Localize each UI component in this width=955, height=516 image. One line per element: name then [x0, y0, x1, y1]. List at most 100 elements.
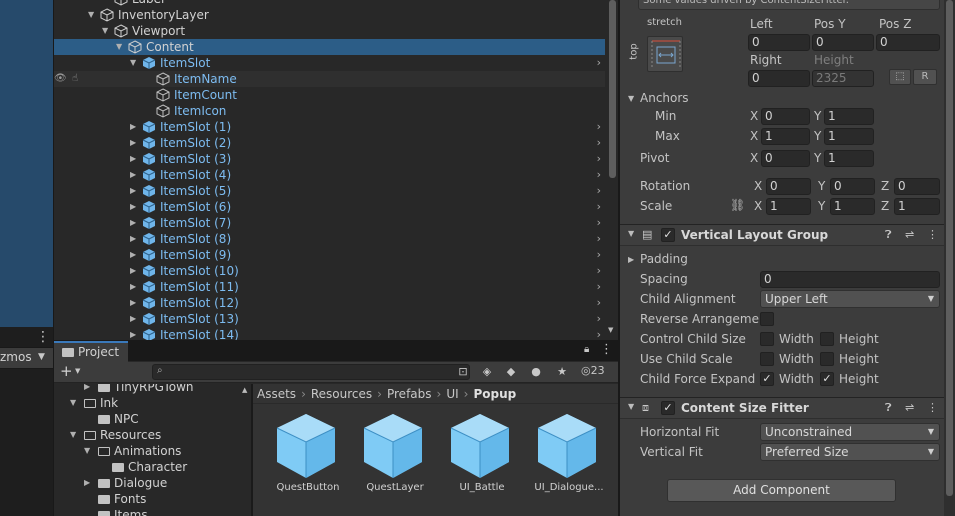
breadcrumb-item[interactable]: Assets — [257, 387, 296, 401]
content-size-fitter-header[interactable]: ▼ ⧈ ✓ Content Size Fitter ❓︎ ⇌ ⋮ — [620, 397, 945, 419]
fold-expanded-icon[interactable]: ▼ — [70, 427, 76, 443]
log-icon[interactable]: ● — [527, 364, 545, 380]
tab-project[interactable]: Project — [54, 341, 128, 362]
reverse-arrangement-checkbox[interactable] — [760, 312, 774, 326]
hierarchy-row[interactable]: ▶ ItemSlot (11) › — [54, 279, 605, 295]
hierarchy-row[interactable]: ItemName 👁︎ ☝︎ — [54, 71, 605, 87]
fold-collapsed-icon[interactable]: ▶ — [130, 119, 140, 135]
component-enabled-checkbox[interactable]: ✓ — [661, 401, 675, 415]
hierarchy-row[interactable]: ▶ ItemSlot (10) › — [54, 263, 605, 279]
hierarchy-row[interactable]: ▼ ItemSlot › — [54, 55, 605, 71]
open-prefab-chevron-icon[interactable]: › — [597, 327, 601, 340]
chevron-down-icon[interactable]: ▼ — [38, 352, 45, 362]
scroll-up-icon[interactable]: ▲ — [242, 386, 247, 394]
fold-collapsed-icon[interactable]: ▶ — [130, 327, 140, 340]
scroll-down-icon[interactable]: ▼ — [608, 326, 613, 334]
component-menu-icon[interactable]: ⋮ — [927, 228, 938, 241]
help-icon[interactable]: ❓︎ — [885, 228, 892, 242]
folder-tree-item[interactable]: ▼ Ink — [54, 395, 251, 411]
rotation-y-field[interactable]: 0 — [830, 178, 875, 195]
open-prefab-chevron-icon[interactable]: › — [597, 247, 601, 263]
open-prefab-chevron-icon[interactable]: › — [597, 231, 601, 247]
folder-tree-item[interactable]: ▼ Resources — [54, 427, 251, 443]
posy-field[interactable]: 0 — [812, 34, 874, 51]
open-prefab-chevron-icon[interactable]: › — [597, 295, 601, 311]
control-width-checkbox[interactable] — [760, 332, 774, 346]
vertical-fit-dropdown[interactable]: Preferred Size ▼ — [760, 443, 940, 461]
create-asset-button[interactable]: + — [60, 362, 73, 380]
right-field[interactable]: 0 — [748, 70, 810, 87]
lock-icon[interactable]: 🔒︎ — [584, 344, 589, 355]
control-height-checkbox[interactable] — [820, 332, 834, 346]
asset-tile[interactable]: UI_Dialogue... — [522, 412, 606, 502]
breadcrumb-item[interactable]: Prefabs — [387, 387, 432, 401]
hierarchy-row[interactable]: ▶ ItemSlot (5) › — [54, 183, 605, 199]
child-alignment-dropdown[interactable]: Upper Left ▼ — [760, 290, 940, 308]
filter-by-label-icon[interactable]: ◆ — [502, 364, 520, 380]
fold-collapsed-icon[interactable]: ▶ — [84, 384, 90, 395]
scale-y-field[interactable]: 1 — [830, 198, 875, 215]
open-prefab-chevron-icon[interactable]: › — [597, 151, 601, 167]
hierarchy-row[interactable]: ▶ ItemSlot (8) › — [54, 231, 605, 247]
hierarchy-row[interactable]: ▶ ItemSlot (4) › — [54, 167, 605, 183]
fold-collapsed-icon[interactable]: ▶ — [130, 183, 140, 199]
scene-canvas[interactable] — [0, 0, 53, 327]
inspector-scroll-thumb[interactable] — [946, 0, 953, 496]
posz-field[interactable]: 0 — [876, 34, 940, 51]
hierarchy-row[interactable]: ItemIcon — [54, 103, 605, 119]
fold-expanded-icon[interactable]: ▼ — [84, 443, 90, 459]
open-prefab-chevron-icon[interactable]: › — [597, 311, 601, 327]
hierarchy-row[interactable]: ItemCount — [54, 87, 605, 103]
gizmos-dropdown-label[interactable]: zmos — [0, 350, 32, 364]
presets-icon[interactable]: ⇌ — [905, 228, 914, 241]
folder-tree-item[interactable]: NPC — [54, 411, 251, 427]
hierarchy-row[interactable]: ▶ ItemSlot (12) › — [54, 295, 605, 311]
pickable-hand-icon[interactable]: ☝︎ — [72, 71, 78, 87]
scene-view[interactable]: ⋮ zmos ▼ — [0, 0, 53, 516]
spacing-field[interactable]: 0 — [760, 271, 940, 288]
fold-collapsed-icon[interactable]: ▶ — [130, 247, 140, 263]
hidden-packages-count[interactable]: ◎23 — [581, 364, 605, 377]
hierarchy-row[interactable]: ▶ ItemSlot (6) › — [54, 199, 605, 215]
open-prefab-chevron-icon[interactable]: › — [597, 263, 601, 279]
rotation-z-field[interactable]: 0 — [894, 178, 940, 195]
inspector-scrollbar[interactable] — [944, 0, 955, 516]
filter-by-type-icon[interactable]: ◈ — [478, 364, 496, 380]
presets-icon[interactable]: ⇌ — [905, 401, 914, 414]
anchor-min-y-field[interactable]: 1 — [824, 108, 874, 125]
fold-expanded-icon[interactable]: ▼ — [70, 395, 76, 411]
folder-tree-item[interactable]: ▼ Animations — [54, 443, 251, 459]
open-prefab-chevron-icon[interactable]: › — [597, 167, 601, 183]
open-prefab-chevron-icon[interactable]: › — [597, 183, 601, 199]
hierarchy-row[interactable]: ▶ ItemSlot (3) › — [54, 151, 605, 167]
expand-width-checkbox[interactable]: ✓ — [760, 372, 774, 386]
component-fold-icon[interactable]: ▼ — [628, 402, 634, 411]
fold-expanded-icon[interactable]: ▼ — [102, 23, 112, 39]
hierarchy-row[interactable]: ▶ ItemSlot (7) › — [54, 215, 605, 231]
open-prefab-chevron-icon[interactable]: › — [597, 215, 601, 231]
folder-tree-item[interactable]: ▶ TinyRPGTown — [54, 384, 251, 395]
pivot-y-field[interactable]: 1 — [824, 150, 874, 167]
anchors-fold-icon[interactable]: ▼ — [628, 94, 634, 103]
breadcrumb-item[interactable]: Resources — [311, 387, 372, 401]
open-prefab-chevron-icon[interactable]: › — [597, 55, 601, 71]
anchor-min-x-field[interactable]: 0 — [761, 108, 810, 125]
anchor-max-x-field[interactable]: 1 — [761, 128, 810, 145]
scale-z-field[interactable]: 1 — [894, 198, 940, 215]
chevron-down-icon[interactable]: ▼ — [75, 367, 80, 375]
folder-tree-item[interactable]: Items — [54, 507, 251, 516]
asset-tile[interactable]: UI_Battle — [435, 412, 519, 502]
fold-collapsed-icon[interactable]: ▶ — [130, 167, 140, 183]
hierarchy-row[interactable]: ▶ ItemSlot (2) › — [54, 135, 605, 151]
hierarchy-row[interactable]: ▶ ItemSlot (13) › — [54, 311, 605, 327]
breadcrumb-item[interactable]: UI — [446, 387, 458, 401]
project-search-input[interactable]: ⌕ — [152, 364, 470, 380]
open-prefab-chevron-icon[interactable]: › — [597, 199, 601, 215]
add-component-button[interactable]: Add Component — [667, 479, 896, 502]
link-icon[interactable]: ⛓︎ — [730, 198, 745, 212]
fold-collapsed-icon[interactable]: ▶ — [130, 215, 140, 231]
fold-collapsed-icon[interactable]: ▶ — [130, 151, 140, 167]
left-field[interactable]: 0 — [748, 34, 810, 51]
vertical-layout-group-header[interactable]: ▼ ▤ ✓ Vertical Layout Group ❓︎ ⇌ ⋮ — [620, 224, 945, 246]
search-options-icon[interactable]: ⊡ — [454, 364, 472, 380]
